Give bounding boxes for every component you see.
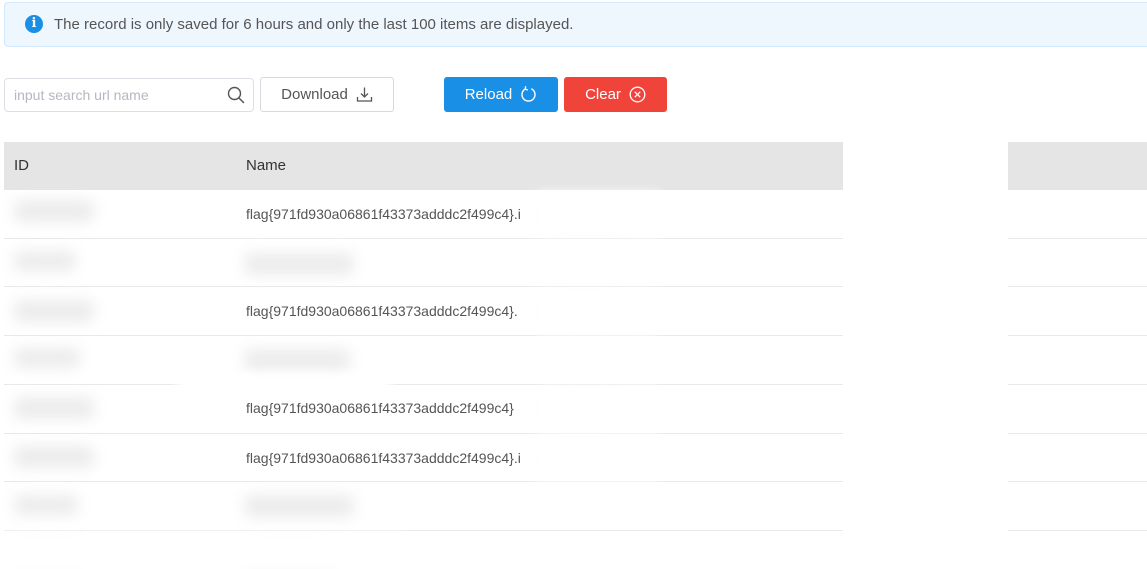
alert-text: The record is only saved for 6 hours and… bbox=[54, 16, 574, 33]
row-divider bbox=[1008, 530, 1147, 531]
redacted-id bbox=[14, 397, 94, 419]
info-icon: i bbox=[25, 15, 43, 33]
download-button-label: Download bbox=[281, 86, 348, 103]
redaction-patch bbox=[538, 192, 660, 236]
clear-button[interactable]: Clear bbox=[564, 77, 667, 112]
redaction-patch bbox=[176, 374, 392, 392]
download-icon bbox=[356, 87, 373, 102]
reload-button-label: Reload bbox=[464, 86, 513, 103]
row-divider bbox=[1008, 335, 1147, 336]
search-box[interactable] bbox=[4, 78, 254, 112]
redacted-name bbox=[244, 253, 354, 275]
redacted-id bbox=[14, 495, 78, 515]
table-header: ID Name bbox=[4, 142, 843, 190]
info-alert: i The record is only saved for 6 hours a… bbox=[4, 2, 1147, 47]
table-header-extension bbox=[1008, 142, 1147, 190]
clear-circle-x-icon bbox=[629, 86, 646, 103]
row-divider bbox=[4, 530, 843, 531]
row-divider bbox=[1008, 238, 1147, 239]
redaction-patch bbox=[538, 387, 658, 431]
row-name: flag{971fd930a06861f43373adddc2f499c4}. bbox=[246, 303, 518, 319]
redacted-name bbox=[244, 349, 350, 371]
download-button[interactable]: Download bbox=[260, 77, 394, 112]
row-divider bbox=[1008, 433, 1147, 434]
redaction-patch bbox=[4, 533, 404, 569]
row-divider bbox=[1008, 286, 1147, 287]
row-name: flag{971fd930a06861f43373adddc2f499c4}.i bbox=[246, 206, 521, 222]
row-divider bbox=[4, 481, 843, 482]
column-header-name[interactable]: Name bbox=[246, 157, 286, 174]
reload-icon bbox=[521, 86, 536, 102]
row-divider bbox=[4, 238, 843, 239]
redacted-id bbox=[14, 251, 76, 271]
reload-button[interactable]: Reload bbox=[444, 77, 558, 112]
row-divider bbox=[4, 433, 843, 434]
row-divider bbox=[1008, 481, 1147, 482]
redacted-id bbox=[14, 348, 80, 368]
redacted-id bbox=[14, 300, 94, 322]
redacted-name bbox=[244, 495, 354, 517]
row-divider bbox=[4, 335, 843, 336]
row-divider bbox=[1008, 384, 1147, 385]
row-name: flag{971fd930a06861f43373adddc2f499c4}.i bbox=[246, 450, 521, 466]
search-icon[interactable] bbox=[227, 86, 245, 104]
redacted-id bbox=[14, 446, 94, 468]
row-divider bbox=[4, 384, 843, 385]
row-name: flag{971fd930a06861f43373adddc2f499c4} bbox=[246, 400, 514, 416]
search-input[interactable] bbox=[5, 79, 220, 111]
row-divider bbox=[4, 286, 843, 287]
redaction-patch bbox=[538, 290, 658, 334]
redacted-id bbox=[14, 200, 94, 222]
clear-button-label: Clear bbox=[585, 86, 621, 103]
redaction-patch bbox=[538, 437, 658, 481]
column-header-id[interactable]: ID bbox=[14, 157, 29, 174]
